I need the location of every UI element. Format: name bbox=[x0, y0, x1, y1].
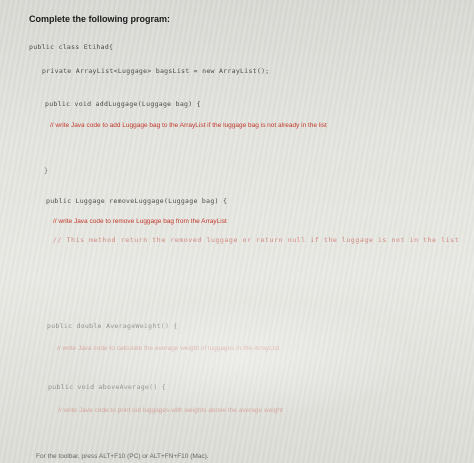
above-average-method-signature: public void aboveAverage() { bbox=[48, 383, 166, 391]
remove-method-comment: // write Java code to remove Luggage bag… bbox=[53, 218, 227, 225]
document-page: Complete the following program: public c… bbox=[0, 0, 474, 463]
class-declaration: public class Etihad{ bbox=[29, 43, 114, 51]
add-method-signature: public void addLuggage(Luggage bag) { bbox=[45, 100, 201, 108]
screen-glare bbox=[60, 300, 420, 420]
above-average-method-comment: // write Java code to print out luggages… bbox=[58, 407, 283, 414]
add-method-close-brace: } bbox=[44, 167, 49, 175]
remove-method-signature: public Luggage removeLuggage(Luggage bag… bbox=[46, 197, 228, 205]
field-declaration: private ArrayList<Luggage> bagsList = ne… bbox=[42, 67, 270, 75]
question-heading: Complete the following program: bbox=[29, 14, 170, 24]
average-method-signature: public double AverageWeight() { bbox=[47, 322, 178, 330]
remove-method-comment-return: // This method return the removed luggag… bbox=[53, 236, 460, 244]
average-method-comment: // write Java code to calculate the aver… bbox=[57, 345, 280, 352]
add-method-comment: // write Java code to add Luggage bag to… bbox=[50, 122, 327, 129]
toolbar-hint: For the toolbar, press ALT+F10 (PC) or A… bbox=[36, 453, 209, 460]
